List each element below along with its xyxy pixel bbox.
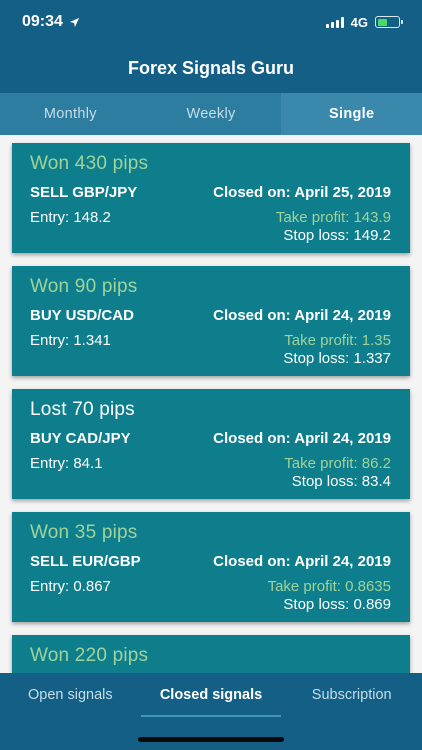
status-bar: 09:34 4G (0, 0, 422, 44)
signal-pair: SELL EUR/GBP (30, 553, 141, 570)
signal-result: Won 220 pips (30, 645, 149, 666)
nav-label: Open signals (28, 687, 113, 703)
signal-closed-date: Closed on: April 24, 2019 (213, 553, 391, 570)
signal-take-profit: Take profit: 86.2 (284, 455, 391, 472)
nav-label: Closed signals (159, 687, 263, 703)
signal-stop-loss: Stop loss: 0.869 (283, 596, 391, 613)
signal-take-profit: Take profit: 0.8635 (267, 578, 391, 595)
page-title: Forex Signals Guru (127, 58, 295, 78)
signal-take-profit: Take profit: 143.9 (275, 209, 391, 226)
signal-entry: Entry: 84.1 (30, 455, 103, 472)
signal-take-profit: Take profit: 1.35 (284, 332, 391, 349)
signal-card[interactable]: Won 430 pips SELL GBP/JPY Closed on: Apr… (12, 143, 410, 253)
signal-card[interactable]: Won 220 pips (12, 635, 410, 673)
home-indicator[interactable] (138, 737, 284, 742)
signal-card[interactable]: Won 90 pips BUY USD/CAD Closed on: April… (12, 266, 410, 376)
battery-level (377, 18, 387, 26)
signal-closed-date: Closed on: April 24, 2019 (213, 307, 391, 324)
signal-result: Won 430 pips (30, 153, 149, 174)
status-left: 09:34 (22, 13, 80, 31)
signal-result: Won 90 pips (30, 276, 138, 297)
nav-open-signals[interactable]: Open signals (0, 673, 141, 717)
signal-closed-date: Closed on: April 25, 2019 (213, 184, 391, 201)
signal-pair: BUY USD/CAD (30, 307, 134, 324)
signal-entry: Entry: 1.341 (30, 332, 111, 349)
nav-label: Subscription (311, 687, 392, 703)
tab-weekly[interactable]: Weekly (141, 93, 282, 135)
signal-stop-loss: Stop loss: 1.337 (283, 350, 391, 367)
signal-pair: SELL GBP/JPY (30, 184, 138, 201)
period-tabs: Monthly Weekly Single (0, 93, 422, 135)
tab-monthly[interactable]: Monthly (0, 93, 141, 135)
signal-card[interactable]: Won 35 pips SELL EUR/GBP Closed on: Apri… (12, 512, 410, 622)
status-right: 4G (325, 14, 403, 30)
signal-card[interactable]: Lost 70 pips BUY CAD/JPY Closed on: Apri… (12, 389, 410, 499)
signal-result: Won 35 pips (30, 522, 138, 543)
signal-stop-loss: Stop loss: 83.4 (291, 473, 391, 490)
signal-closed-date: Closed on: April 24, 2019 (213, 430, 391, 447)
nav-subscription[interactable]: Subscription (281, 673, 422, 717)
tab-label: Weekly (186, 106, 236, 122)
signal-stop-loss: Stop loss: 149.2 (283, 227, 391, 244)
signal-entry: Entry: 148.2 (30, 209, 111, 226)
signal-pair: BUY CAD/JPY (30, 430, 131, 447)
tab-single[interactable]: Single (281, 93, 422, 135)
tab-label: Monthly (43, 106, 97, 122)
status-time: 09:34 (22, 13, 63, 30)
location-arrow-icon (69, 17, 80, 27)
tab-label: Single (329, 106, 375, 122)
battery-icon (375, 16, 403, 28)
cellular-signal-icon (325, 16, 344, 28)
signals-list[interactable]: Won 430 pips SELL GBP/JPY Closed on: Apr… (0, 135, 422, 673)
signal-result: Lost 70 pips (30, 399, 135, 420)
network-type: 4G (350, 14, 368, 30)
app-header: Forex Signals Guru (0, 44, 422, 93)
nav-closed-signals[interactable]: Closed signals (140, 673, 282, 717)
signal-entry: Entry: 0.867 (30, 578, 111, 595)
